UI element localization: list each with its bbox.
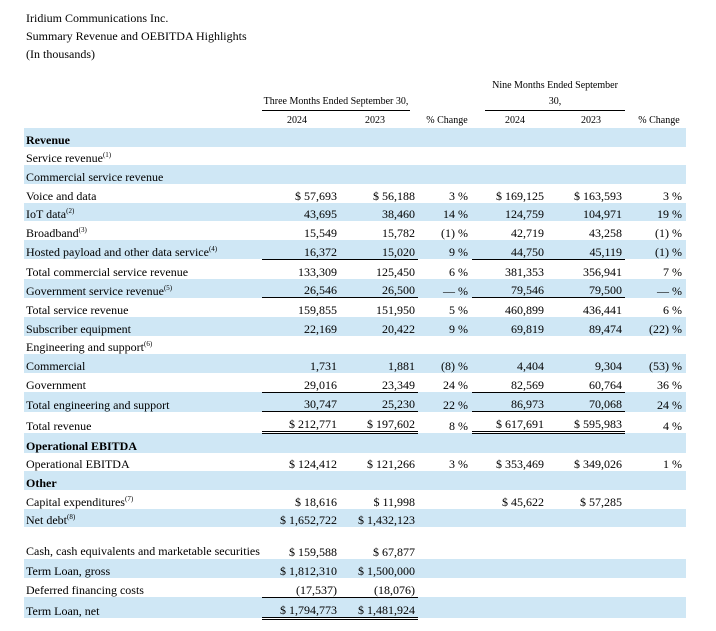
col-year-2023-9m: 2023: [558, 114, 624, 129]
table-row: Operational EBITDA $ 124,412 $ 121,266 3…: [26, 457, 682, 472]
three-months-header: Three Months Ended September 30,: [262, 94, 410, 111]
table-row: Net debt(8) $ 1,652,722 $ 1,432,123: [24, 508, 686, 528]
table-row: Deferred financing costs (17,537) (18,07…: [24, 578, 686, 598]
col-year-2023-q: 2023: [340, 114, 410, 129]
nine-months-header: Nine Months Ended September 30,: [485, 78, 625, 111]
table-row: Engineering and support(6): [26, 340, 153, 355]
table-row: Total service revenue 159,855 151,950 5 …: [26, 302, 682, 317]
report-header: Iridium Communications Inc. Summary Reve…: [26, 9, 247, 63]
table-row: Hosted payload and other data service(4)…: [24, 240, 686, 260]
table-row: Total revenue $ 212,771 $ 197,602 8 % $ …: [24, 411, 686, 434]
table-row: IoT data(2) 43,695 38,460 14 % 124,759 1…: [24, 202, 686, 222]
table-row: Revenue: [24, 128, 686, 147]
report-page: Iridium Communications Inc. Summary Reve…: [0, 0, 716, 631]
table-row: Capital expenditures(7) $ 18,616 $ 11,99…: [26, 494, 622, 509]
table-row: Total engineering and support 30,747 25,…: [24, 392, 686, 413]
table-row: Total commercial service revenue 133,309…: [26, 264, 682, 279]
table-row: Cash, cash equivalents and marketable se…: [26, 544, 415, 560]
col-year-2024-q: 2024: [262, 114, 332, 129]
table-row: Government service revenue(5) 26,546 26,…: [24, 278, 686, 299]
report-title: Summary Revenue and OEBITDA Highlights: [26, 29, 247, 43]
table-row: Subscriber equipment 22,169 20,422 9 % 6…: [24, 316, 686, 336]
table-row: Term Loan, net $ 1,794,773 $ 1,481,924: [24, 597, 686, 620]
table-row: Voice and data $ 57,693 $ 56,188 3 % $ 1…: [26, 188, 682, 203]
table-row: Commercial 1,731 1,881 (8) % 4,404 9,304…: [24, 354, 686, 373]
company-name: Iridium Communications Inc.: [26, 11, 169, 25]
table-row: Service revenue(1): [26, 151, 112, 166]
table-row: Other: [24, 471, 686, 491]
table-row: Government 29,016 23,349 24 % 82,569 60,…: [24, 372, 686, 393]
table-row: Operational EBITDA: [24, 432, 686, 453]
table-row: Term Loan, gross $ 1,812,310 $ 1,500,000: [24, 559, 686, 579]
col-change-9m: % Change: [634, 114, 684, 129]
financial-table: Revenue Service revenue(1) Commercial se…: [24, 128, 686, 620]
table-row: Broadband(3) 15,549 15,782 (1) % 42,719 …: [26, 226, 682, 241]
report-units: (In thousands): [26, 47, 95, 61]
col-change-q: % Change: [422, 114, 472, 129]
col-year-2024-9m: 2024: [485, 114, 545, 129]
table-row: Commercial service revenue: [24, 165, 686, 185]
